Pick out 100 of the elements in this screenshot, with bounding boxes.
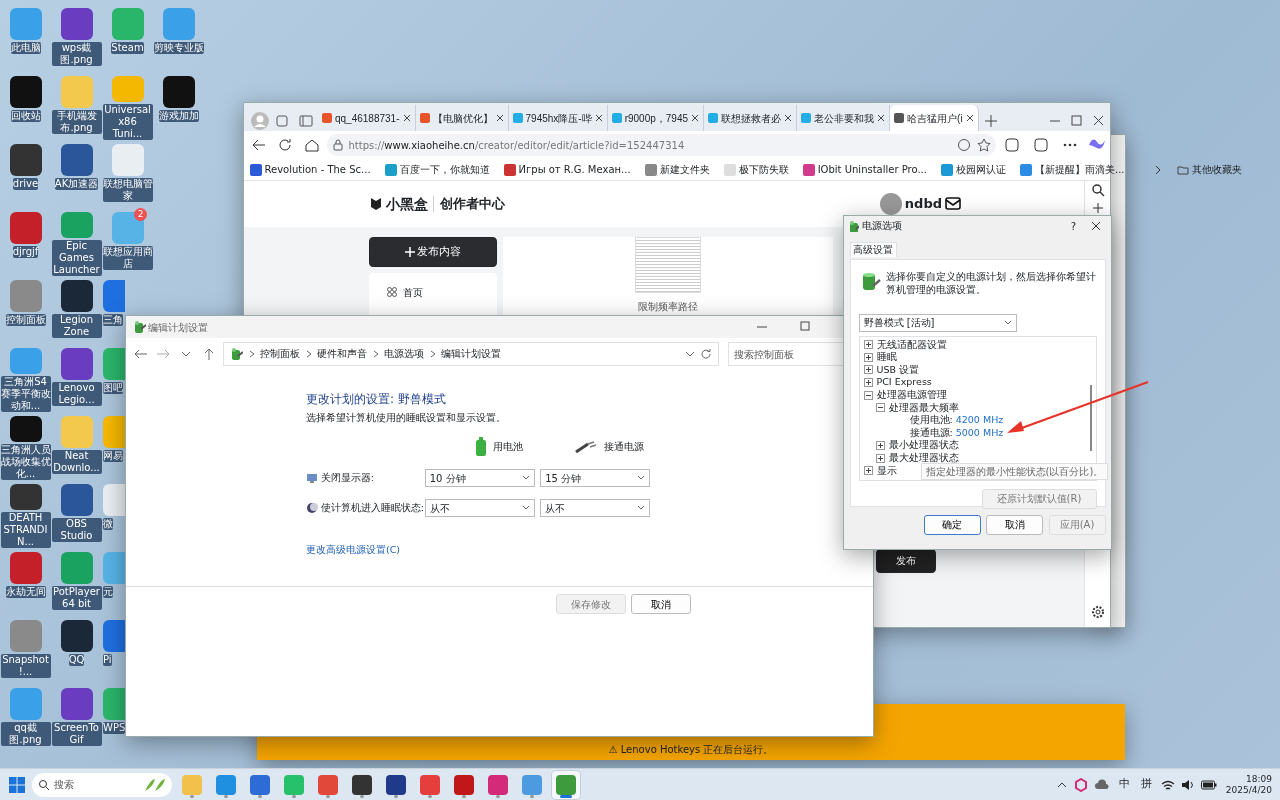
advanced-settings-link[interactable]: 更改高级电源设置(C) [306,543,401,558]
favorite-icon[interactable] [976,138,991,152]
cancel-button[interactable]: 取消 [631,594,691,614]
expand-icon[interactable] [863,466,873,476]
icon-label: 图吧 [103,382,123,394]
address-bar[interactable]: https://www.xiaoheihe.cn/creator/editor/edit/article?id=152447314 [327,134,997,156]
breadcrumb-item[interactable]: 编辑计划设置 [441,346,501,362]
close-icon[interactable] [877,114,886,122]
close-icon[interactable] [784,114,793,122]
chevron-right-icon [305,350,312,358]
publish-button[interactable]: 发布 [876,548,936,573]
dialog-tab[interactable]: 高级设置 [849,242,897,258]
tree-item[interactable]: 处理器电源管理 [876,388,947,403]
cloud-icon[interactable] [1094,778,1111,791]
volume-icon[interactable] [1181,778,1196,791]
app-icon[interactable] [60,620,93,652]
tree-item[interactable]: USB 设置 [876,362,920,378]
chevron-down-icon [637,505,646,512]
icon-label: AK加速器 [54,178,99,190]
bookmark[interactable]: 新建文件夹 [644,162,710,177]
folder-icon [1176,164,1189,175]
wifi-icon[interactable] [1161,778,1176,791]
tooltip: 指定处理器的最小性能状态(以百分比)。 [920,462,1109,480]
cancel-button[interactable]: 取消 [986,514,1043,535]
app-icon[interactable] [9,76,42,108]
close-icon[interactable] [691,114,700,122]
search-field[interactable]: 搜索 [52,776,140,793]
app-icon[interactable] [60,280,93,312]
icon-label: 游戏加加 [158,110,199,122]
battery-icon[interactable] [1201,779,1218,790]
refresh-icon[interactable] [700,348,713,360]
expand-icon[interactable] [875,453,885,463]
breadcrumb-item[interactable]: 电源选项 [384,346,424,362]
clock-time[interactable]: 18:09 [1246,773,1272,785]
tree-item[interactable]: 最小处理器状态 [888,438,959,453]
search-icon[interactable] [1090,183,1105,197]
taskbar-button[interactable] [552,770,580,799]
bookmark[interactable]: 百度一下，你就知道 [384,162,490,177]
help-button[interactable]: ? [1065,218,1082,234]
dropdown[interactable]: 从不 [540,499,651,518]
dropdown[interactable]: 15 分钟 [540,469,651,488]
tree-item[interactable]: 显示 [876,463,897,478]
collapse-icon[interactable] [863,390,873,400]
close-icon[interactable] [402,114,411,122]
bookmark[interactable]: Revolution - The Sc... [249,162,371,177]
expand-icon[interactable] [863,352,873,362]
nav-item[interactable]: 首页 [387,284,479,300]
breadcrumb-item[interactable]: 控制面板 [260,346,300,362]
start-icon[interactable] [8,775,26,794]
username[interactable]: ndbd [904,194,942,214]
bookmark[interactable]: 校园网认证 [940,162,1006,177]
tree-item[interactable]: PCI Express [876,375,932,390]
plus-icon[interactable] [1092,203,1103,213]
app-icon[interactable] [162,76,195,108]
expand-icon[interactable] [863,340,873,350]
taskbar-search-bar[interactable]: 搜索 [32,772,172,797]
input-method[interactable]: 拼 [1138,776,1156,793]
battery-icon [475,437,488,458]
settings-icon[interactable] [1090,605,1105,619]
tree-setting[interactable]: 接通电源: 5000 MHz [909,425,1004,441]
bookmark-folder[interactable]: 其他收藏夹 [1176,162,1242,177]
close-icon[interactable] [495,114,504,122]
bookmark[interactable]: 极下防失联 [723,162,789,177]
close-icon[interactable] [594,114,603,122]
clock-date[interactable]: 2025/4/20 [1225,784,1272,796]
publish-content-button[interactable]: 发布内容 [369,237,497,267]
expand-icon[interactable] [875,441,885,451]
expand-icon[interactable] [863,365,873,375]
input-mode[interactable]: 中 [1116,776,1133,793]
icon-label: 三角洲人员战场收集优化... [0,444,51,480]
scrollbar-thumb[interactable] [1089,384,1092,451]
icon-label: QQ [68,654,85,666]
bookmark[interactable]: Игры от R.G. Механ... [503,162,631,177]
site-logo: 小黑盒 [369,193,428,215]
close-icon[interactable] [965,114,974,122]
app-icon[interactable] [9,144,42,176]
avatar[interactable] [880,193,903,215]
dropdown[interactable]: 从不 [424,499,535,518]
lock-icon [332,139,343,151]
app-icon[interactable] [9,416,42,442]
chevron-down-icon[interactable] [684,350,695,358]
plan-dropdown[interactable]: 野兽模式 [活动] [858,313,1017,332]
tree-item[interactable]: 无线适配器设置 [876,337,947,352]
mail-icon[interactable] [942,196,964,212]
dropdown[interactable]: 10 分钟 [424,469,535,488]
tree-item[interactable]: 处理器最大频率 [888,400,959,415]
breadcrumb-bar[interactable]: 控制面板 硬件和声音 电源选项 编辑计划设置 [222,342,719,366]
app-icon[interactable] [9,484,42,510]
tree-item[interactable]: 睡眠 [876,350,897,365]
collapse-icon[interactable] [875,403,885,413]
expand-icon[interactable] [863,378,873,388]
bookmark[interactable]: IObit Uninstaller Pro... [802,162,927,177]
breadcrumb-item[interactable]: 硬件和声音 [317,346,367,362]
ok-button[interactable]: 确定 [923,514,981,535]
translate-icon[interactable] [956,138,971,152]
leaf-drawing [142,777,167,792]
hexagon-icon[interactable] [1074,777,1089,792]
bookmark[interactable]: 【新提醒】雨滴美... [1019,162,1125,177]
browser-tab[interactable]: 哈吉猛用户(i [890,105,979,131]
tree-setting[interactable]: 使用电池: 4200 MHz [909,413,1004,428]
